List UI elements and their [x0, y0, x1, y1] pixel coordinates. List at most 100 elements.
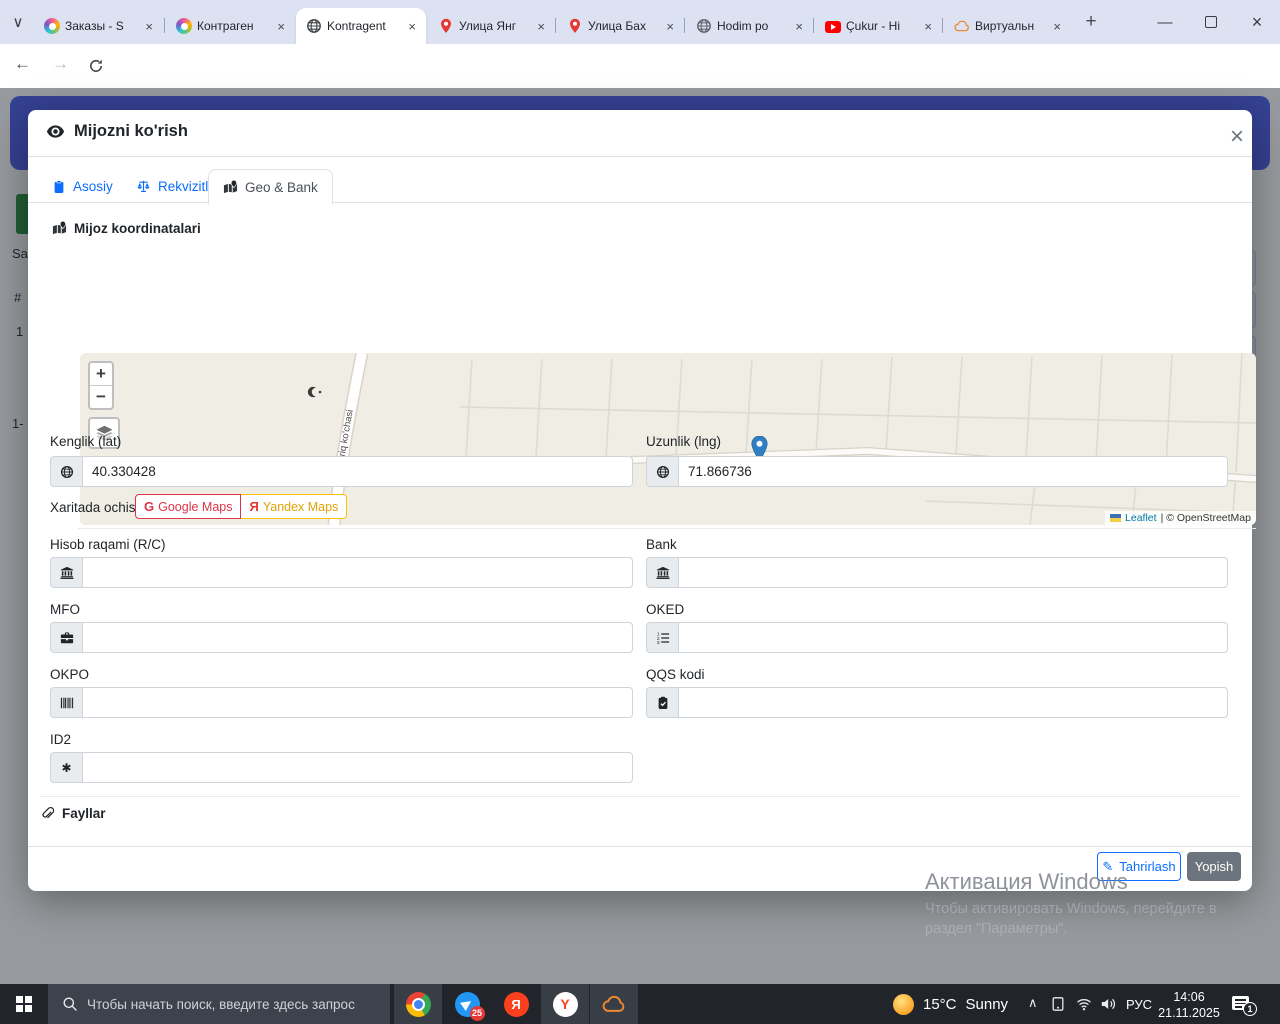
taskbar-yandex-browser[interactable]: Y — [541, 984, 589, 1024]
notification-center-icon[interactable]: 1 — [1232, 996, 1249, 1010]
window-close-button[interactable]: × — [1242, 12, 1272, 32]
cloud-favicon — [954, 18, 970, 34]
taskbar-cloud-app[interactable] — [590, 984, 638, 1024]
pencil-icon: ✎ — [1102, 859, 1113, 875]
start-button[interactable] — [0, 984, 48, 1024]
yandex-maps-button[interactable]: Я Yandex Maps — [241, 494, 347, 519]
tab-separator — [555, 18, 556, 33]
tab-label: Geo & Bank — [245, 180, 318, 195]
leaflet-link[interactable]: Leaflet — [1125, 512, 1157, 524]
hisob-label: Hisob raqami (R/C) — [50, 537, 166, 552]
tab-label: Asosiy — [73, 179, 113, 194]
search-placeholder: Чтобы начать поиск, введите здесь запрос — [87, 997, 355, 1012]
google-maps-button[interactable]: G Google Maps — [135, 494, 241, 519]
taskbar-weather[interactable]: 15°C Sunny — [893, 984, 1008, 1024]
asterisk-icon: ✱ — [50, 752, 82, 783]
mfo-field-group — [50, 622, 633, 653]
edit-button[interactable]: ✎ Tahrirlash — [1097, 852, 1181, 881]
tab-close-icon[interactable]: × — [275, 19, 287, 34]
bank-field-group — [646, 557, 1228, 588]
browser-toolbar: ← → daily-suvi.com/19l/public/mijozlar.p… — [0, 44, 1280, 88]
tab-title: Çukur - Hi — [846, 19, 917, 33]
files-section-header: Fayllar — [40, 806, 106, 821]
tab-title: Kontragent — [327, 19, 401, 33]
id2-input[interactable] — [82, 752, 633, 783]
tab-title: Виртуальн — [975, 19, 1046, 33]
back-icon[interactable]: ← — [14, 54, 31, 74]
tab-separator — [164, 18, 165, 33]
tab-close-icon[interactable]: × — [922, 19, 934, 34]
tab-close-icon[interactable]: × — [793, 19, 805, 34]
browser-tab[interactable]: Hodim po × — [686, 8, 813, 44]
forward-icon[interactable]: → — [52, 54, 69, 74]
taskbar-yandex-app[interactable]: Я — [492, 984, 540, 1024]
osm-credit[interactable]: | © OpenStreetMap — [1161, 512, 1251, 524]
tab-geo-bank[interactable]: Geo & Bank — [208, 169, 333, 205]
client-view-modal: Mijozni ko'rish × Asosiy Rekvizitlar Geo… — [28, 110, 1252, 891]
map-pin-favicon — [567, 18, 583, 34]
bank-icon — [50, 557, 82, 588]
tab-close-icon[interactable]: × — [535, 19, 547, 34]
taskbar-mail-app[interactable]: 25 — [443, 984, 491, 1024]
files-label: Fayllar — [62, 806, 106, 821]
mfo-input[interactable] — [82, 622, 633, 653]
new-tab-button[interactable]: + — [1076, 12, 1106, 32]
wifi-icon[interactable] — [1076, 996, 1092, 1012]
hisob-field-group — [50, 557, 633, 588]
lat-label: Kenglik (lat) — [50, 434, 121, 449]
oked-input[interactable] — [678, 622, 1228, 653]
open-map-button-group: G Google Maps Я Yandex Maps — [135, 494, 347, 519]
qqs-input[interactable] — [678, 687, 1228, 718]
browser-tab[interactable]: Улица Янг × — [428, 8, 555, 44]
taskbar-chrome[interactable] — [394, 984, 442, 1024]
modal-close-icon[interactable]: × — [1226, 119, 1248, 155]
hisob-input[interactable] — [82, 557, 633, 588]
browser-tab[interactable]: Заказы - S × — [34, 8, 163, 44]
oked-label: OKED — [646, 602, 684, 617]
okpo-input[interactable] — [82, 687, 633, 718]
id2-label: ID2 — [50, 732, 71, 747]
tab-asosiy[interactable]: Asosiy — [48, 170, 117, 203]
browser-tab[interactable]: Çukur - Hi × — [815, 8, 942, 44]
lat-input[interactable] — [82, 456, 633, 487]
weather-temp: 15°C — [923, 996, 957, 1013]
tray-chevron-icon[interactable]: ∧ — [1028, 995, 1038, 1011]
window-minimize-button[interactable]: — — [1150, 12, 1180, 32]
reload-icon[interactable] — [88, 58, 104, 74]
ordered-list-icon — [646, 622, 678, 653]
edit-button-label: Tahrirlash — [1119, 859, 1175, 874]
window-maximize-button[interactable] — [1196, 12, 1226, 32]
speaker-icon[interactable] — [1100, 996, 1116, 1012]
clock[interactable]: 14:06 21.11.2025 — [1152, 989, 1226, 1022]
browser-tab[interactable]: Виртуальн × — [944, 8, 1071, 44]
tab-close-icon[interactable]: × — [143, 19, 155, 34]
zoom-out-button[interactable]: − — [90, 386, 112, 408]
tab-title: Улица Бах — [588, 19, 659, 33]
taskbar-search[interactable]: Чтобы начать поиск, введите здесь запрос — [48, 984, 390, 1024]
language-indicator[interactable]: РУС — [1126, 997, 1152, 1012]
google-g-icon: G — [144, 499, 154, 514]
lng-field-group — [646, 456, 1228, 487]
zoom-in-button[interactable]: + — [90, 363, 112, 386]
close-button-label: Yopish — [1195, 859, 1234, 874]
lat-field-group — [50, 456, 633, 487]
browser-tab[interactable]: Улица Бах × — [557, 8, 684, 44]
bank-input[interactable] — [678, 557, 1228, 588]
tab-close-icon[interactable]: × — [664, 19, 676, 34]
date: 21.11.2025 — [1152, 1005, 1226, 1021]
lng-input[interactable] — [678, 456, 1228, 487]
weather-desc: Sunny — [966, 996, 1009, 1013]
browser-tab[interactable]: Контраген × — [166, 8, 295, 44]
browser-tab-active[interactable]: Kontragent × — [296, 8, 426, 44]
close-modal-button[interactable]: Yopish — [1187, 852, 1241, 881]
tab-close-icon[interactable]: × — [1051, 19, 1063, 34]
footer-divider — [28, 846, 1252, 847]
tab-title: Hodim po — [717, 19, 788, 33]
tab-separator — [813, 18, 814, 33]
ukraine-flag-icon — [1110, 514, 1121, 522]
tab-close-icon[interactable]: × — [406, 19, 418, 34]
open-map-label: Xaritada ochish — [50, 500, 143, 515]
tab-search-chevron-icon[interactable]: ∨ — [6, 12, 30, 32]
tab-title: Улица Янг — [459, 19, 530, 33]
tray-device-icon[interactable] — [1050, 996, 1066, 1012]
